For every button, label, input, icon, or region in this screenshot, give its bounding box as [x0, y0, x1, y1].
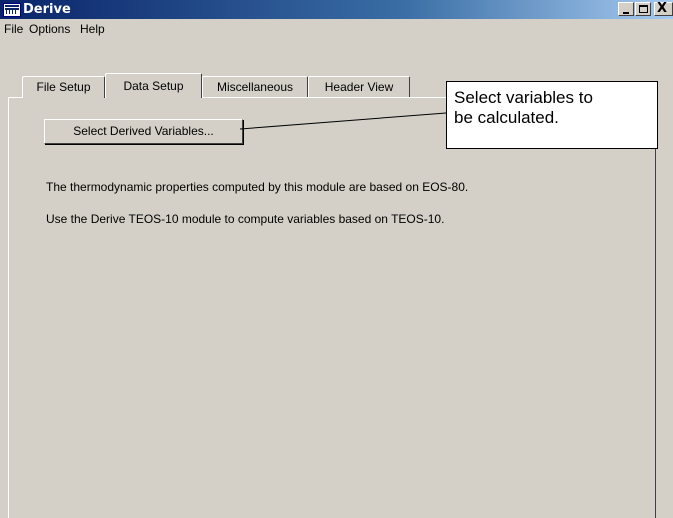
callout-box: Select variables to be calculated.: [446, 81, 658, 149]
callout-text-line1: Select variables to: [454, 88, 593, 107]
derive-window: Derive X File Options Help File Setup Da…: [0, 0, 673, 518]
callout-leader-line: [239, 112, 447, 130]
callout-text-line2: be calculated.: [454, 108, 559, 127]
